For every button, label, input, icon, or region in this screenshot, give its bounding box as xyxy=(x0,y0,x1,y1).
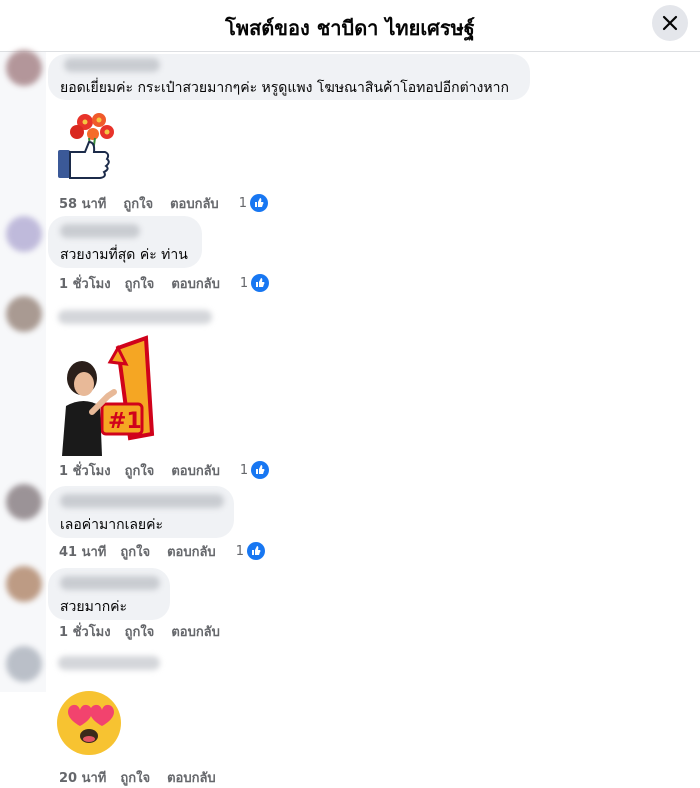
heart-eyes-emoji xyxy=(56,690,122,756)
blurred-author-name xyxy=(64,58,160,72)
avatar[interactable] xyxy=(6,296,42,332)
like-comment-button[interactable]: ถูกใจ xyxy=(125,460,155,481)
thumbs-up-icon xyxy=(251,274,270,292)
avatar[interactable] xyxy=(6,646,42,682)
like-comment-button[interactable]: ถูกใจ xyxy=(125,621,155,642)
blurred-author-name xyxy=(58,656,160,670)
comment-actions: 1 ชั่วโมง ถูกใจ ตอบกลับ 1 xyxy=(59,273,270,294)
comment-timestamp[interactable]: 1 ชั่วโมง xyxy=(59,621,111,642)
reply-comment-button[interactable]: ตอบกลับ xyxy=(171,273,220,294)
dialog-header: โพสต์ของ ชาบีดา ไทยเศรษฐ์ xyxy=(0,0,700,52)
sticker-label: #1 xyxy=(108,409,142,434)
comment-bubble: ยอดเยี่ยมค่ะ กระเป๋าสวยมากๆค่ะ หรูดูแพง … xyxy=(48,54,530,100)
avatar[interactable] xyxy=(6,566,42,602)
reply-comment-button[interactable]: ตอบกลับ xyxy=(171,621,220,642)
avatar[interactable] xyxy=(6,216,42,252)
comment-text: สวยมากค่ะ xyxy=(60,599,128,615)
blurred-author-name xyxy=(58,310,212,324)
comment-text: สวยงามที่สุด ค่ะ ท่าน xyxy=(60,247,188,263)
reaction-count[interactable]: 1 xyxy=(236,542,265,560)
reaction-count[interactable]: 1 xyxy=(239,461,270,479)
reply-comment-button[interactable]: ตอบกลับ xyxy=(167,767,216,788)
thumbs-up-icon xyxy=(251,461,270,479)
reaction-count-value: 1 xyxy=(235,543,244,559)
reply-comment-button[interactable]: ตอบกลับ xyxy=(171,460,220,481)
close-button[interactable] xyxy=(652,5,688,41)
thumbs-up-icon xyxy=(246,542,265,560)
avatar[interactable] xyxy=(6,50,42,86)
close-icon xyxy=(662,15,678,31)
comment-text: ยอดเยี่ยมค่ะ กระเป๋าสวยมากๆค่ะ หรูดูแพง … xyxy=(60,80,509,96)
comment-text: เลอค่ามากเลยค่ะ xyxy=(60,517,164,533)
comment-timestamp[interactable]: 41 นาที xyxy=(59,541,106,562)
blurred-author-name xyxy=(60,494,224,508)
comment-actions: 1 ชั่วโมง ถูกใจ ตอบกลับ 1 xyxy=(59,460,270,481)
comment-actions: 41 นาที ถูกใจ ตอบกลับ 1 xyxy=(59,542,265,560)
comment-timestamp[interactable]: 20 นาที xyxy=(59,767,106,788)
comment-timestamp[interactable]: 1 ชั่วโมง xyxy=(59,460,111,481)
comment-timestamp[interactable]: 1 ชั่วโมง xyxy=(59,273,111,294)
thumbs-up-icon xyxy=(249,194,268,212)
reaction-count-value: 1 xyxy=(239,275,249,291)
comment-timestamp[interactable]: 58 นาที xyxy=(59,193,106,214)
like-comment-button[interactable]: ถูกใจ xyxy=(125,273,155,294)
reaction-count[interactable]: 1 xyxy=(239,194,268,212)
dialog-title: โพสต์ของ ชาบีดา ไทยเศรษฐ์ xyxy=(225,16,475,40)
like-comment-button[interactable]: ถูกใจ xyxy=(120,541,150,562)
like-comment-button[interactable]: ถูกใจ xyxy=(120,767,150,788)
reply-comment-button[interactable]: ตอบกลับ xyxy=(170,193,219,214)
comment-bubble: สวยมากค่ะ xyxy=(48,568,170,620)
blurred-author-name xyxy=(60,224,140,238)
reaction-count[interactable]: 1 xyxy=(239,274,270,292)
reaction-count-value: 1 xyxy=(239,462,249,478)
avatar[interactable] xyxy=(6,484,42,520)
comment-actions: 20 นาที ถูกใจ ตอบกลับ xyxy=(59,768,216,786)
comment-bubble: สวยงามที่สุด ค่ะ ท่าน xyxy=(48,216,202,268)
reaction-count-value: 1 xyxy=(238,195,247,211)
reply-comment-button[interactable]: ตอบกลับ xyxy=(167,541,216,562)
comment-actions: 58 นาที ถูกใจ ตอบกลับ 1 xyxy=(59,194,268,212)
number-one-sticker: #1 xyxy=(56,334,170,456)
blurred-author-name xyxy=(60,576,160,590)
like-comment-button[interactable]: ถูกใจ xyxy=(123,193,153,214)
flower-like-icon xyxy=(55,108,121,184)
comment-bubble: เลอค่ามากเลยค่ะ xyxy=(48,486,234,538)
comment-actions: 1 ชั่วโมง ถูกใจ ตอบกลับ xyxy=(59,622,220,640)
